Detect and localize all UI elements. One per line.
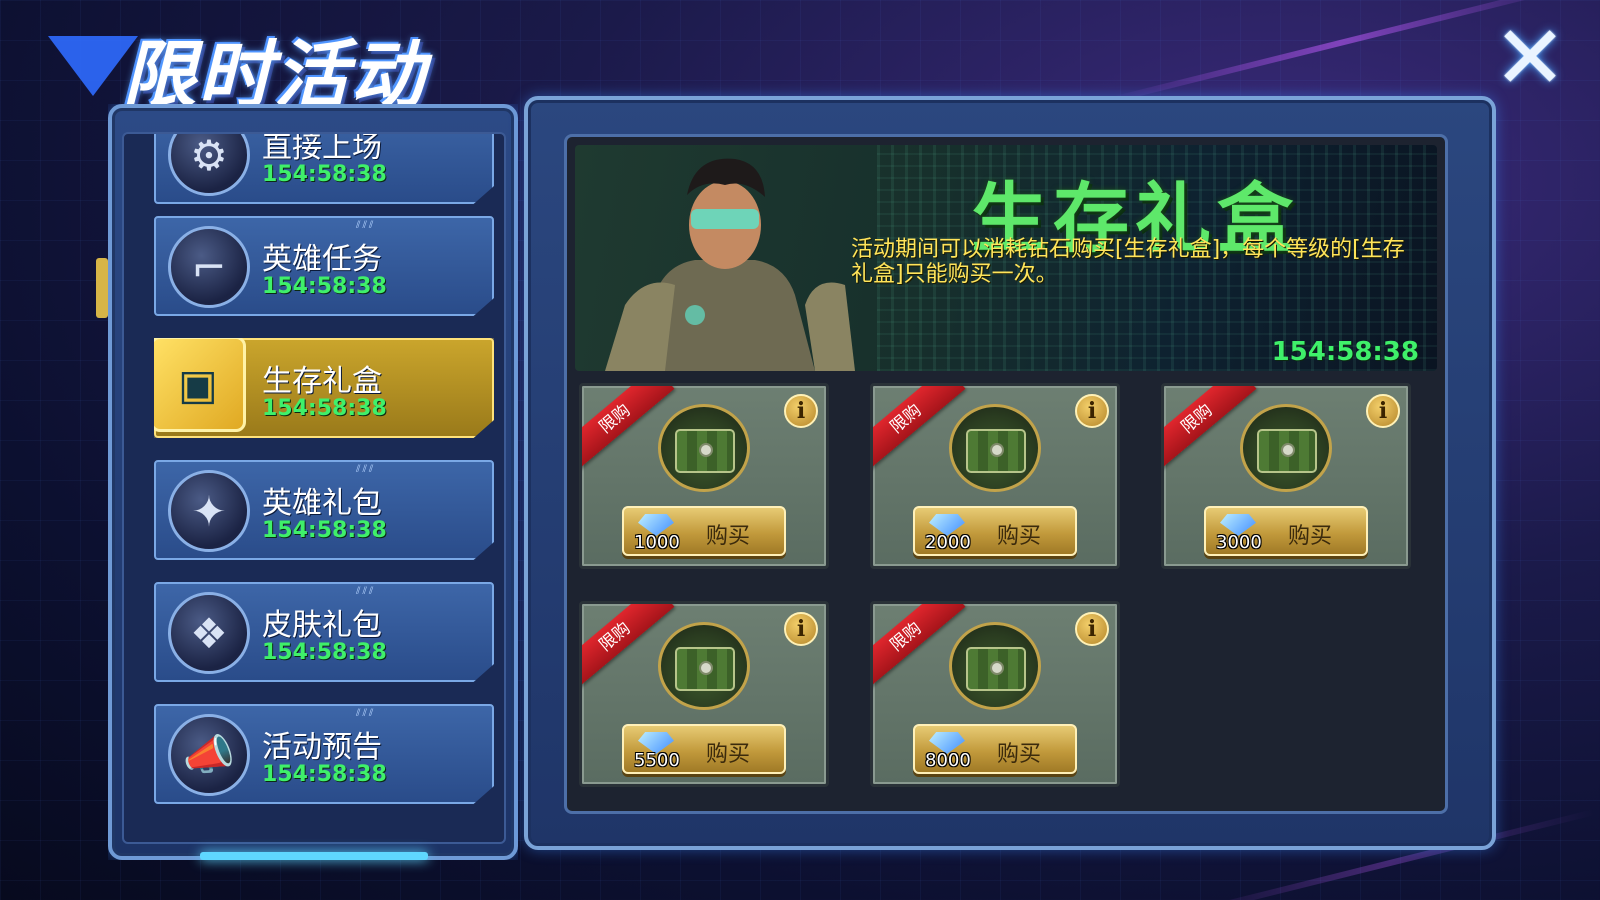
sidebar-item-label: 英雄礼包 [262, 486, 382, 521]
buy-label: 购买 [1288, 524, 1333, 549]
shop-item-card: 限购 i 8000 购买 [870, 601, 1120, 787]
panel-side-tab [96, 258, 108, 318]
sidebar-item-timer: 154:58:38 [262, 518, 387, 543]
sidebar-item-survival-box[interactable]: ▣ 生存礼盒 154:58:38 [154, 338, 494, 438]
buy-button[interactable]: 1000 购买 [622, 506, 786, 556]
chest-icon [658, 404, 750, 492]
sidebar-item-timer: 154:58:38 [262, 274, 387, 299]
chest-icon [949, 404, 1041, 492]
crate-icon: ▣ [154, 338, 246, 432]
buy-button[interactable]: 3000 购买 [1204, 506, 1368, 556]
shop-item-card: 限购 i 1000 购买 [579, 383, 829, 569]
buy-button[interactable]: 5500 购买 [622, 724, 786, 774]
chest-lock [1281, 443, 1295, 457]
title-area: 限时活动 [48, 8, 548, 119]
close-button[interactable]: ✕ [1490, 14, 1570, 102]
info-button[interactable]: i [1075, 394, 1109, 428]
revolver-icon: ⌐ [168, 226, 250, 308]
hero-portrait [605, 158, 855, 371]
info-button[interactable]: i [1366, 394, 1400, 428]
sidebar-item-event-preview[interactable]: ⫽⫽⫽ 📣 活动预告 154:58:38 [154, 704, 494, 804]
banner-description: 活动期间可以消耗钻石购买[生存礼盒]，每个等级的[生存礼盒]只能购买一次。 [851, 237, 1405, 287]
chest-icon [949, 622, 1041, 710]
price-label: 3000 [1216, 532, 1262, 553]
detail-content: 生存礼盒 活动期间可以消耗钻石购买[生存礼盒]，每个等级的[生存礼盒]只能购买一… [564, 134, 1448, 814]
info-button[interactable]: i [784, 394, 818, 428]
buy-button[interactable]: 8000 购买 [913, 724, 1077, 774]
sidebar-item-hero-pack[interactable]: ⫽⫽⫽ ✦ 英雄礼包 154:58:38 [154, 460, 494, 560]
price-label: 5500 [634, 750, 680, 771]
item-dots-decoration: ⫽⫽⫽ [356, 708, 376, 719]
sidebar-item-skin-pack[interactable]: ⫽⫽⫽ ❖ 皮肤礼包 154:58:38 [154, 582, 494, 682]
buy-button[interactable]: 2000 购买 [913, 506, 1077, 556]
sidebar-item-label: 皮肤礼包 [262, 608, 382, 643]
buy-label: 购买 [997, 524, 1042, 549]
sidebar-item-direct-entry[interactable]: ⚙ 直接上场 154:58:38 [154, 132, 494, 204]
buy-label: 购买 [706, 524, 751, 549]
chest-icon [1240, 404, 1332, 492]
chest-lock [699, 443, 713, 457]
price-label: 8000 [925, 750, 971, 771]
chest-lock [990, 661, 1004, 675]
sidebar-item-label: 活动预告 [262, 730, 382, 765]
item-dots-decoration: ⫽⫽⫽ [356, 464, 376, 475]
activity-list[interactable]: ⚙ 直接上场 154:58:38 ⫽⫽⫽ ⌐ 英雄任务 154:58:38 ▣ … [122, 132, 506, 844]
activity-banner: 生存礼盒 活动期间可以消耗钻石购买[生存礼盒]，每个等级的[生存礼盒]只能购买一… [575, 145, 1437, 371]
chest-lock [990, 443, 1004, 457]
item-dots-decoration: ⫽⫽⫽ [356, 220, 376, 231]
shop-item-card: 限购 i 3000 购买 [1161, 383, 1411, 569]
cannon-icon: ⚙ [168, 134, 250, 196]
buy-label: 购买 [706, 742, 751, 767]
sidebar-item-timer: 154:58:38 [262, 762, 387, 787]
skin-pack-icon: ❖ [168, 592, 250, 674]
sidebar-item-hero-quest[interactable]: ⫽⫽⫽ ⌐ 英雄任务 154:58:38 [154, 216, 494, 316]
megaphone-icon: 📣 [168, 714, 250, 796]
info-button[interactable]: i [784, 612, 818, 646]
chest-icon [658, 622, 750, 710]
sidebar-item-label: 英雄任务 [262, 242, 382, 277]
treasure-chest-icon: ✦ [168, 470, 250, 552]
banner-timer: 154:58:38 [1271, 337, 1419, 367]
activity-detail-panel: 生存礼盒 活动期间可以消耗钻石购买[生存礼盒]，每个等级的[生存礼盒]只能购买一… [524, 96, 1496, 850]
sidebar-item-timer: 154:58:38 [262, 396, 387, 421]
info-button[interactable]: i [1075, 612, 1109, 646]
price-label: 2000 [925, 532, 971, 553]
sidebar-item-label: 直接上场 [262, 132, 382, 165]
shop-item-card: 限购 i 5500 购买 [579, 601, 829, 787]
item-dots-decoration: ⫽⫽⫽ [356, 586, 376, 597]
sidebar-item-timer: 154:58:38 [262, 640, 387, 665]
panel-glow-bar [200, 852, 428, 860]
chest-lock [699, 661, 713, 675]
sidebar-item-label: 生存礼盒 [262, 364, 382, 399]
shop-item-card: 限购 i 2000 购买 [870, 383, 1120, 569]
buy-label: 购买 [997, 742, 1042, 767]
activity-sidebar: ⚙ 直接上场 154:58:38 ⫽⫽⫽ ⌐ 英雄任务 154:58:38 ▣ … [108, 104, 518, 860]
price-label: 1000 [634, 532, 680, 553]
sidebar-item-timer: 154:58:38 [262, 162, 387, 187]
